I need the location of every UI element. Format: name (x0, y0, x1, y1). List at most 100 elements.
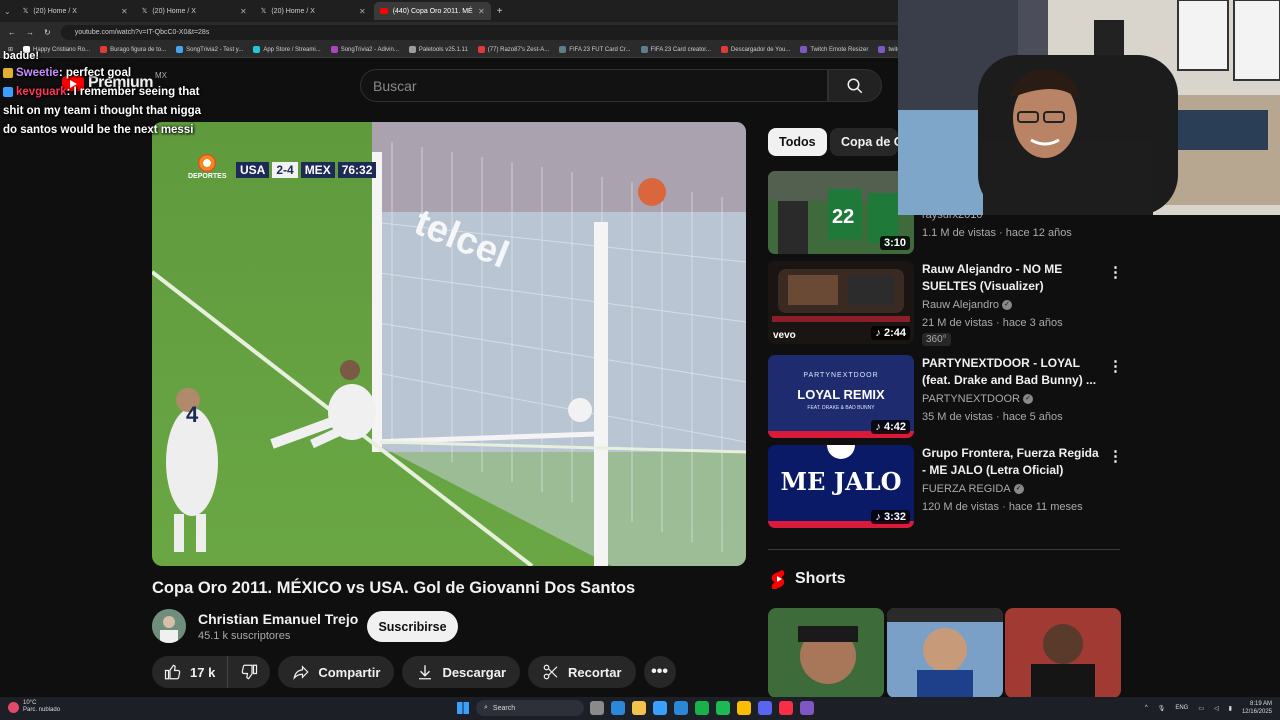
taskbar-app-icon[interactable] (611, 701, 625, 715)
dislike-button[interactable] (228, 656, 270, 688)
more-actions-button[interactable]: ••• (643, 656, 676, 688)
thumb-text: ME JALO (780, 467, 902, 496)
search-input[interactable]: Buscar (360, 69, 828, 102)
browser-tab-1[interactable]: 𝕏 (20) Home / X ✕ (17, 2, 134, 20)
browser-tab-active[interactable]: (440) Copa Oro 2011. MÉ ✕ (373, 2, 491, 20)
close-tab-icon[interactable]: ✕ (121, 7, 128, 16)
channel-avatar[interactable] (152, 609, 186, 643)
video-duration: ♪ 2:44 (871, 326, 910, 340)
bookmark-item[interactable]: App Store / Streami... (253, 45, 321, 54)
taskbar-app-icon[interactable] (716, 701, 730, 715)
chat-username: Sweetie (16, 67, 59, 79)
close-tab-icon[interactable]: ✕ (478, 7, 485, 16)
bookmark-favicon-icon (720, 45, 728, 53)
share-button[interactable]: Compartir (278, 656, 395, 688)
bookmark-label: App Store / Streami... (263, 47, 321, 54)
clip-button[interactable]: Recortar (528, 656, 636, 688)
recommendation-item[interactable]: ME JALO ♪ 3:32 Grupo Frontera, Fuerza Re… (768, 445, 1128, 529)
chip-copa[interactable]: Copa de O (830, 128, 898, 156)
taskbar-app-icon[interactable] (674, 701, 688, 715)
weather-widget[interactable]: 10°C Parc. nublado (8, 700, 60, 714)
rec-channel-row[interactable]: PARTYNEXTDOOR ✓ (922, 393, 1033, 405)
short-thumbnail[interactable] (887, 608, 1003, 698)
more-options-icon[interactable]: ⋮ (1108, 447, 1123, 465)
short-thumbnail[interactable] (1005, 608, 1121, 698)
clip-label: Recortar (568, 664, 622, 680)
forward-icon[interactable]: → (26, 28, 34, 37)
taskbar-app-icon[interactable] (800, 701, 814, 715)
video-duration: ♪ 4:42 (871, 420, 910, 434)
subscribe-button[interactable]: Suscribirse (367, 611, 458, 642)
browser-tab-2[interactable]: 𝕏 (20) Home / X ✕ (136, 2, 253, 20)
rec-title[interactable]: Grupo Frontera, Fuerza Regida - ME JALO … (922, 445, 1102, 479)
tab-label: (20) Home / X (271, 7, 315, 15)
chat-username: kevguark (16, 86, 67, 98)
bookmark-item[interactable]: FIFA 23 Card creator... (640, 45, 711, 54)
channel-name[interactable]: Christian Emanuel Trejo (198, 611, 358, 627)
video-player[interactable]: telcel 4 DEPORTES USA 2-4 MEX 76:32 (152, 122, 746, 566)
bookmark-item[interactable]: SongTrivia2 - Adivin... (330, 45, 399, 53)
x-logo-icon: 𝕏 (22, 8, 29, 15)
download-button[interactable]: Descargar (402, 656, 521, 688)
taskbar-app-icon[interactable] (758, 701, 772, 715)
webcam-overlay (898, 0, 1280, 215)
short-image (887, 608, 1003, 698)
like-dislike-group: 17 k (152, 656, 271, 688)
windows-start-icon[interactable] (457, 702, 469, 714)
bookmark-label: FIFA 23 Card creator... (650, 47, 711, 54)
video-thumbnail[interactable]: ME JALO ♪ 3:32 (768, 445, 914, 528)
bookmark-item[interactable]: FIFA 23 FUT Card Cr... (559, 45, 631, 53)
video-thumbnail[interactable]: vevo ♪ 2:44 (768, 261, 914, 344)
shorts-label: Shorts (795, 570, 846, 587)
new-tab-button[interactable]: + (491, 6, 503, 17)
video-frame: telcel 4 (152, 122, 746, 566)
bookmark-item[interactable]: Descargador de You... (720, 45, 790, 53)
close-tab-icon[interactable]: ✕ (359, 7, 366, 16)
recommendation-item[interactable]: vevo ♪ 2:44 Rauw Alejandro - NO ME SUELT… (768, 261, 1128, 346)
rec-channel: PARTYNEXTDOOR (922, 393, 1020, 405)
bookmark-item[interactable]: Paletools v25.1.11 (408, 45, 468, 53)
duration-text: 2:44 (883, 327, 906, 339)
tab-search-icon[interactable]: ⌄ (0, 7, 15, 16)
scoreboard-home: USA (236, 162, 270, 178)
reload-icon[interactable]: ↻ (44, 28, 51, 37)
recommendation-item[interactable]: PARTYNEXTDOOR LOYAL REMIX FEAT. DRAKE & … (768, 355, 1128, 439)
bookmark-item[interactable]: Twitch Emote Resizer (800, 45, 868, 53)
taskbar-app-icon[interactable] (695, 701, 709, 715)
taskbar-app-icon[interactable] (590, 701, 604, 715)
chat-message: Sweetie: perfect goal (3, 64, 213, 83)
mic-icon[interactable]: 🎙 (1158, 705, 1166, 712)
short-thumbnail[interactable] (768, 608, 884, 698)
network-icon[interactable]: ▭ (1198, 705, 1204, 712)
volume-icon[interactable]: ◁ (1214, 705, 1219, 712)
chevron-up-icon[interactable]: ^ (1145, 705, 1148, 711)
taskbar-app-icon[interactable] (737, 701, 751, 715)
back-icon[interactable]: ← (8, 28, 16, 37)
browser-tab-3[interactable]: 𝕏 (20) Home / X ✕ (255, 2, 372, 20)
like-button[interactable]: 17 k (152, 656, 229, 688)
rec-meta: 35 M de vistas · hace 5 años (922, 411, 1063, 423)
more-options-icon[interactable]: ⋮ (1108, 357, 1123, 375)
video-duration: 3:10 (879, 236, 910, 250)
close-tab-icon[interactable]: ✕ (240, 7, 247, 16)
taskbar-app-icon[interactable] (632, 701, 646, 715)
language-indicator[interactable]: ENG (1175, 705, 1188, 711)
taskbar-app-icon[interactable] (653, 701, 667, 715)
taskbar-app-icon[interactable] (779, 701, 793, 715)
rec-channel-row[interactable]: FUERZA REGIDA ✓ (922, 483, 1024, 495)
more-options-icon[interactable]: ⋮ (1108, 263, 1123, 281)
video-thumbnail[interactable]: PARTYNEXTDOOR LOYAL REMIX FEAT. DRAKE & … (768, 355, 914, 438)
battery-icon[interactable]: ▮ (1229, 705, 1232, 712)
video-thumbnail[interactable]: 22 3:10 (768, 171, 914, 254)
clock[interactable]: 8:19 AM 12/16/2025 (1242, 700, 1272, 716)
rec-channel-row[interactable]: Rauw Alejandro ✓ (922, 299, 1013, 311)
scoreboard-score: 2-4 (272, 162, 298, 178)
rec-title[interactable]: PARTYNEXTDOOR - LOYAL (feat. Drake and B… (922, 355, 1102, 389)
chip-all[interactable]: Todos (768, 128, 827, 156)
taskbar-search[interactable]: ⌕ Search (476, 700, 584, 716)
rec-title[interactable]: Rauw Alejandro - NO ME SUELTES (Visualiz… (922, 261, 1102, 295)
weather-desc: Parc. nublado (23, 707, 61, 713)
bookmark-item[interactable]: (77) Razo87's Zest-A... (477, 45, 549, 53)
search-button[interactable] (828, 69, 882, 102)
duration-text: 3:32 (883, 511, 906, 523)
